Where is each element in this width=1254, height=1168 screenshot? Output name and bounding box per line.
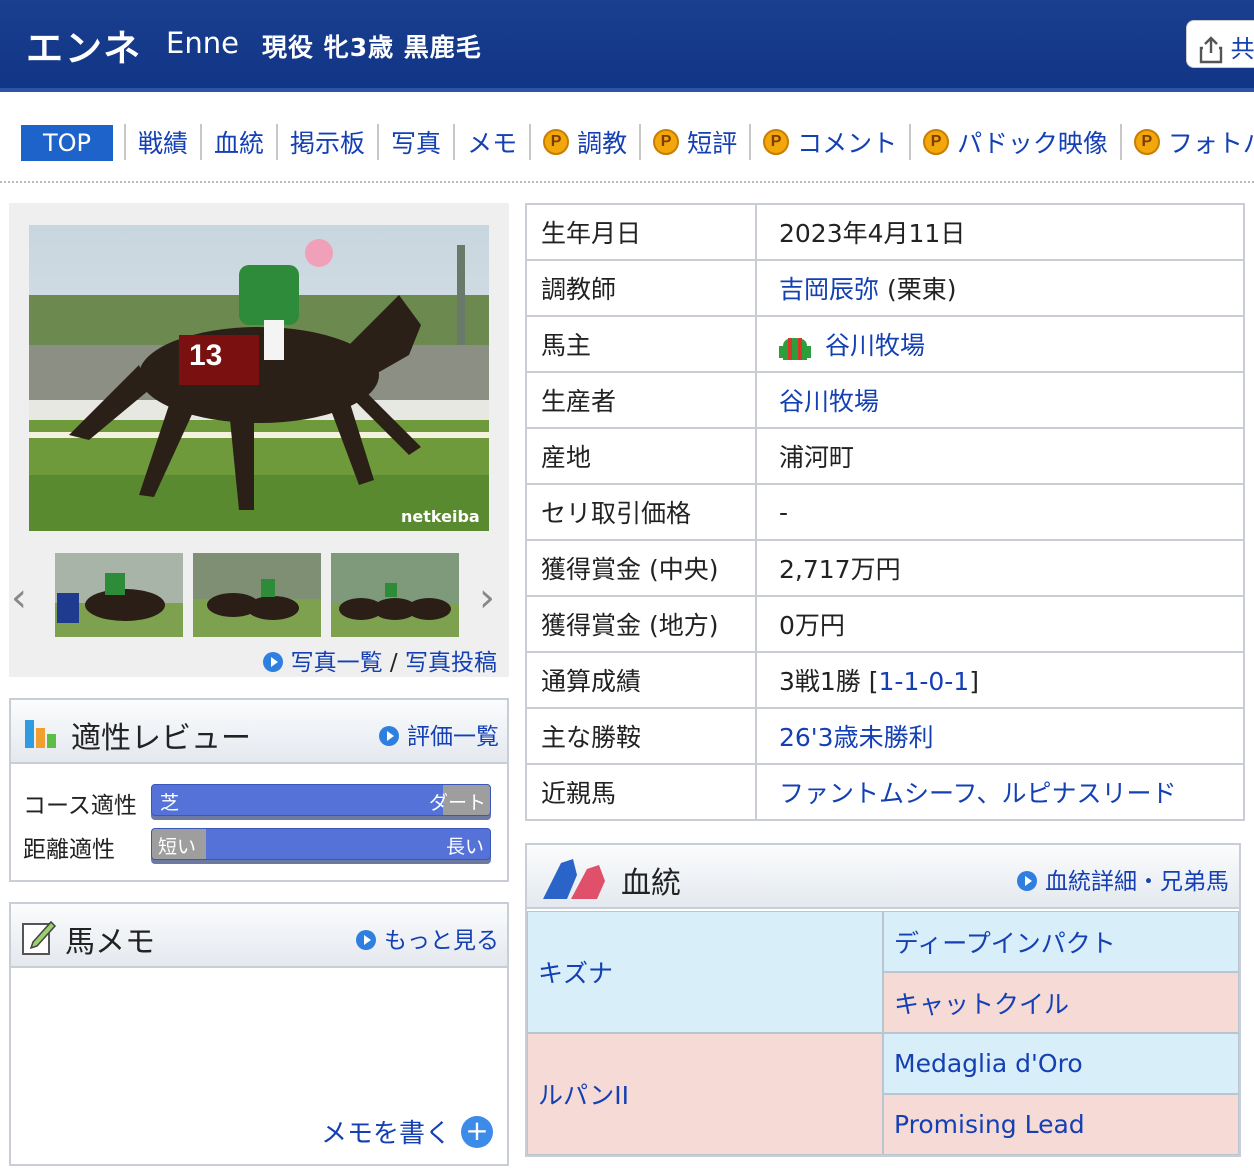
horse-profile-table: 生年月日 2023年4月11日 調教師 吉岡辰弥 (栗東) 馬主 谷川牧場 生産者 谷川… [525, 203, 1245, 821]
table-row: 近親馬 ファントムシーフ、ルピナスリード [525, 763, 1245, 821]
share-button[interactable]: 共 [1186, 20, 1254, 68]
chevron-left-icon[interactable]: ‹ [11, 575, 27, 621]
arrow-circle-icon [262, 652, 283, 672]
photo-gallery: 13 netkeiba ‹ › 写真一覧 / 写真投稿 [9, 203, 509, 677]
pedigree-dam-sire[interactable]: Medaglia d'Oro [883, 1033, 1239, 1094]
course-aptitude-bar: 芝 ダート [151, 784, 491, 816]
table-row: セリ取引価格 - [525, 483, 1245, 541]
nav-tab-comment[interactable]: P コメント [749, 124, 909, 160]
thumbnail-strip: ‹ › [9, 553, 509, 639]
see-more-link[interactable]: もっと見る [356, 921, 499, 955]
arrow-circle-icon [1017, 871, 1037, 891]
arrow-circle-icon [379, 726, 399, 746]
course-aptitude-label: コース適性 [23, 793, 137, 819]
horse-name-ja: エンネ [26, 27, 143, 70]
pedigree-dam-dam[interactable]: Promising Lead [883, 1094, 1239, 1155]
aptitude-title: 適性レビュー [71, 721, 251, 756]
svg-text:13: 13 [189, 339, 222, 372]
pedigree-panel: 血統 血統詳細・兄弟馬 キズナ ルパンII ディープインパクト キャットクイル … [525, 843, 1241, 1157]
photo-thumbnail[interactable] [331, 553, 459, 637]
distance-aptitude-label: 距離適性 [23, 837, 115, 863]
table-row: 産地 浦河町 [525, 427, 1245, 485]
nav-tab-photo-pack[interactable]: Pフォトパ [1119, 124, 1254, 160]
nav-items: 戦績 血統 掲示板 写真 メモ P 調教 P 短評 P コメント P パドック映像 Pフ… [124, 124, 1254, 160]
table-row: 生年月日 2023年4月11日 [525, 203, 1245, 261]
bar-chart-icon [25, 720, 56, 748]
write-memo-button[interactable]: メモを書く + [321, 1113, 493, 1150]
table-row: 獲得賞金 (中央) 2,717万円 [525, 539, 1245, 597]
table-row: 馬主 谷川牧場 [525, 315, 1245, 373]
premium-icon: P [763, 129, 790, 155]
photo-list-link[interactable]: 写真一覧 [291, 650, 383, 676]
breeder-link[interactable]: 谷川牧場 [779, 387, 879, 416]
horse-name-en: Enne [166, 26, 239, 60]
pedigree-title: 血統 [621, 866, 681, 901]
page-header: エンネ Enne 現役 牝3歳 黒鹿毛 共 [0, 0, 1254, 92]
plus-icon: + [461, 1115, 493, 1148]
table-row: 獲得賞金 (地方) 0万円 [525, 595, 1245, 653]
share-label: 共 [1230, 35, 1254, 63]
premium-icon: P [923, 129, 950, 155]
nav-tab-paddock-video[interactable]: P パドック映像 [909, 124, 1120, 160]
aptitude-review-panel: 適性レビュー 評価一覧 コース適性 芝 ダート 距離適性 短い 長い [9, 698, 509, 882]
main-win-link[interactable]: 26'3歳未勝利 [779, 723, 934, 752]
chevron-right-icon[interactable]: › [479, 575, 495, 621]
nav-tab-short-review[interactable]: P 短評 [639, 124, 749, 160]
pedigree-horse-icon [543, 859, 605, 899]
pedigree-sire-dam[interactable]: キャットクイル [883, 972, 1239, 1033]
photo-thumbnail[interactable] [193, 553, 321, 637]
pedigree-sire[interactable]: キズナ [527, 911, 883, 1033]
pedigree-sire-sire[interactable]: ディープインパクト [883, 911, 1239, 972]
trainer-link[interactable]: 吉岡辰弥 [779, 275, 879, 304]
photo-links: 写真一覧 / 写真投稿 [262, 643, 497, 677]
distance-aptitude-bar: 短い 長い [151, 828, 491, 860]
premium-icon: P [653, 129, 680, 155]
nav-tab-memo[interactable]: メモ [453, 124, 529, 160]
memo-pencil-icon [22, 920, 57, 955]
main-horse-photo[interactable]: 13 netkeiba [29, 225, 489, 531]
arrow-circle-icon [356, 930, 376, 950]
pedigree-dam[interactable]: ルパンII [527, 1033, 883, 1155]
nav-tab-board[interactable]: 掲示板 [276, 124, 377, 160]
nav-tab-top[interactable]: TOP [21, 125, 113, 161]
photo-thumbnail[interactable] [55, 553, 183, 637]
horse-status-info: 現役 牝3歳 黒鹿毛 [262, 33, 482, 62]
share-icon [1199, 36, 1223, 64]
horse-memo-panel: 馬メモ もっと見る メモを書く + [9, 902, 509, 1166]
owner-link[interactable]: 谷川牧場 [825, 331, 925, 360]
table-row: 主な勝鞍 26'3歳未勝利 [525, 707, 1245, 765]
table-row: 生産者 谷川牧場 [525, 371, 1245, 429]
relatives-link[interactable]: ファントムシーフ、ルピナスリード [779, 779, 1177, 808]
table-row: 調教師 吉岡辰弥 (栗東) [525, 259, 1245, 317]
memo-title: 馬メモ [65, 925, 155, 960]
premium-icon: P [1133, 129, 1160, 155]
nav-tab-results[interactable]: 戦績 [124, 124, 200, 160]
table-row: 通算成績 3戦1勝 [1-1-0-1] [525, 651, 1245, 709]
rating-list-link[interactable]: 評価一覧 [379, 717, 499, 751]
premium-icon: P [543, 129, 570, 155]
pedigree-detail-link[interactable]: 血統詳細・兄弟馬 [1017, 862, 1229, 896]
nav-divider [0, 181, 1254, 183]
photo-watermark: netkeiba [401, 507, 480, 526]
photo-post-link[interactable]: 写真投稿 [405, 650, 497, 676]
owner-silks-icon [779, 338, 811, 360]
nav-tab-photo[interactable]: 写真 [377, 124, 453, 160]
record-detail-link[interactable]: 1-1-0-1 [879, 667, 970, 696]
nav-tab-pedigree[interactable]: 血統 [200, 124, 276, 160]
nav-tab-training[interactable]: P 調教 [529, 124, 639, 160]
